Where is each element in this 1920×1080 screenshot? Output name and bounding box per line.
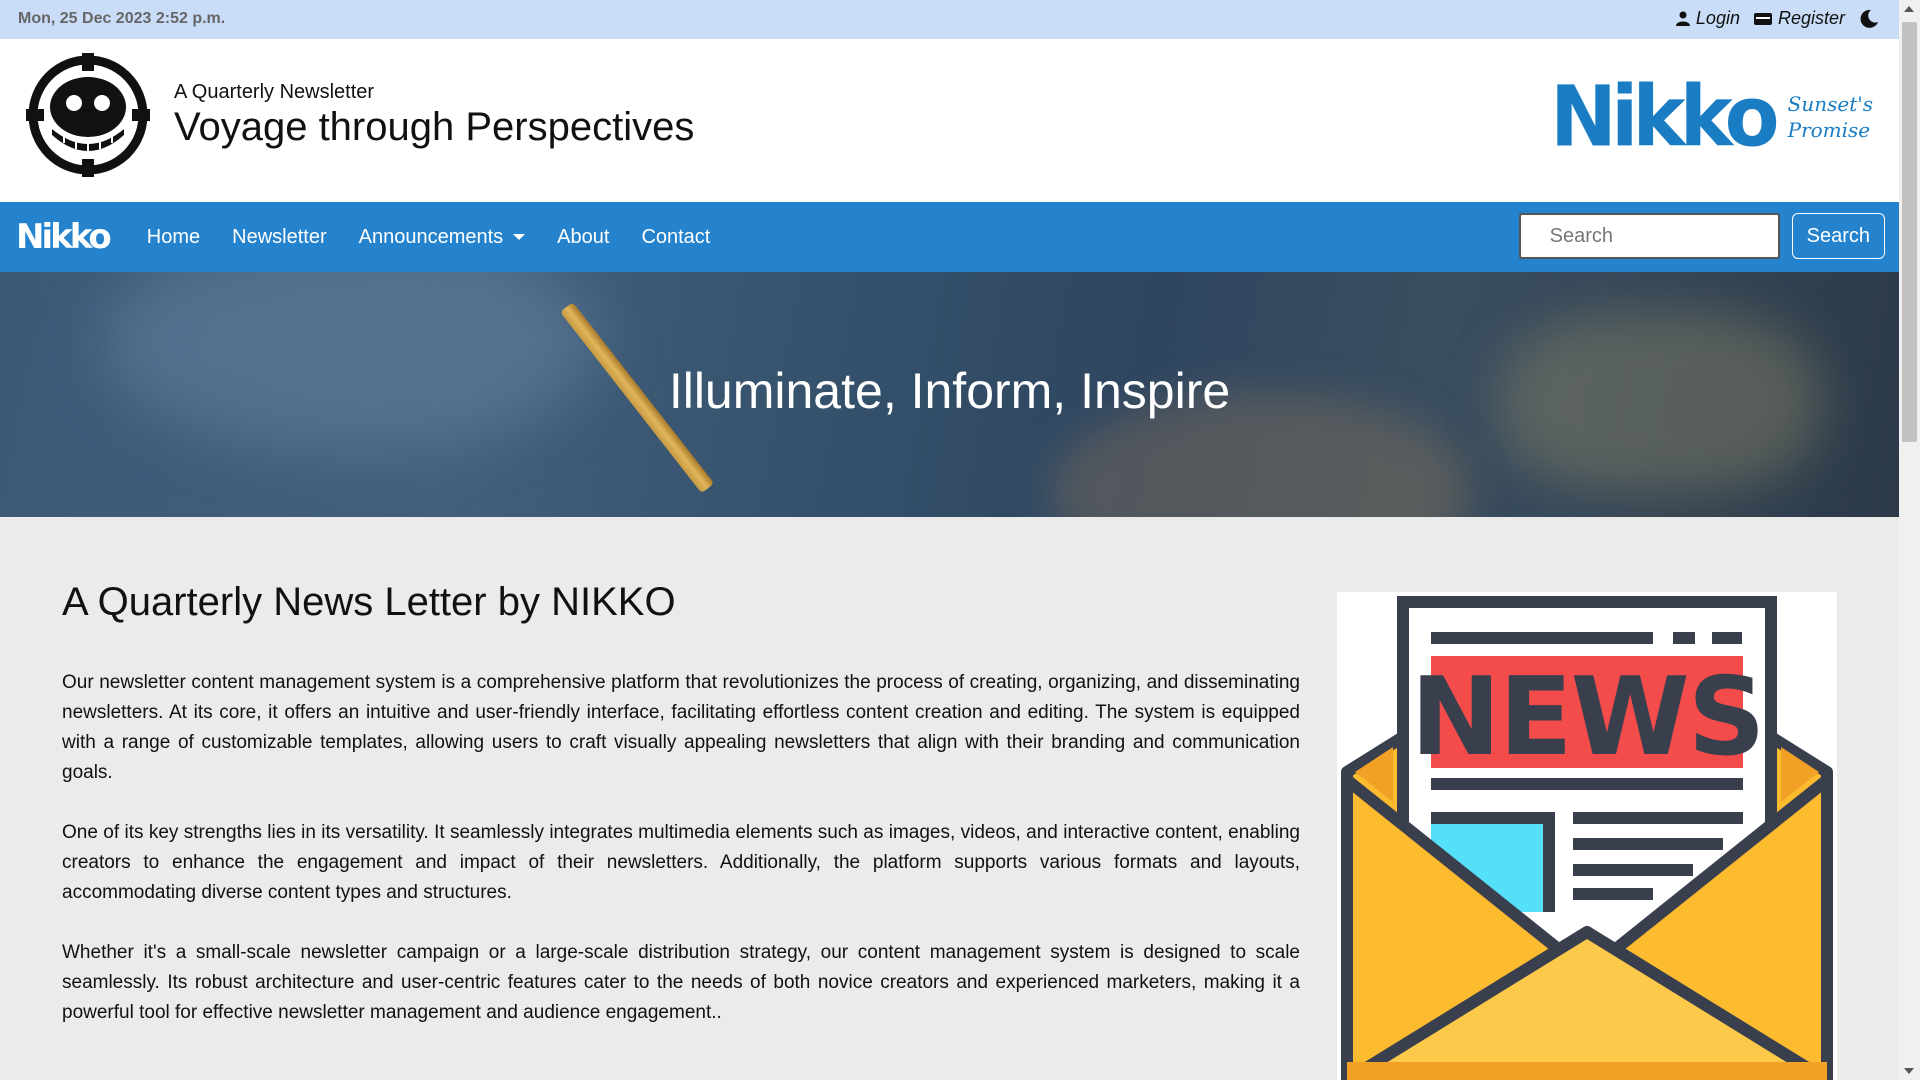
page-scrollbar[interactable] (1899, 0, 1920, 1080)
nav-contact[interactable]: Contact (625, 226, 726, 249)
brand-tagline-line2: Promise (1787, 118, 1871, 142)
login-link[interactable]: Login (1675, 8, 1740, 29)
jolly-roger-emblem[interactable] (24, 51, 152, 179)
nav-newsletter-label: Newsletter (232, 225, 327, 248)
nav-newsletter[interactable]: Newsletter (216, 226, 342, 249)
scroll-down-arrow-icon[interactable] (1904, 1068, 1914, 1074)
scrollbar-thumb[interactable] (1902, 22, 1917, 442)
caret-down-icon (513, 234, 526, 240)
main-navbar: Nikko Home Newsletter Announcements Abou… (0, 202, 1899, 272)
id-card-icon (1753, 12, 1772, 25)
nikko-brand-logo[interactable]: Nikko Sunset's Promise (1550, 67, 1873, 166)
paragraph: Whether it's a small-scale newsletter ca… (62, 942, 1300, 1023)
brand-tagline: Sunset's Promise (1788, 91, 1873, 143)
moon-icon[interactable] (1859, 9, 1879, 29)
paragraph: One of its key strengths lies in its ver… (62, 822, 1300, 903)
main-heading: A Quarterly News Letter by NIKKO (62, 580, 676, 624)
nav-links: Home Newsletter Announcements About Cont… (131, 226, 727, 249)
site-header: A Quarterly Newsletter Voyage through Pe… (0, 39, 1899, 202)
site-title: Voyage through Perspectives (174, 105, 695, 149)
nav-about[interactable]: About (541, 226, 625, 249)
paragraph: Our newsletter content management system… (62, 672, 1300, 783)
nav-announcements-dropdown[interactable]: Announcements (343, 226, 542, 249)
news-envelope-illustration: NEWS (1337, 592, 1837, 1080)
search-input[interactable] (1518, 213, 1780, 259)
user-icon (1675, 11, 1690, 26)
search-button[interactable]: Search (1791, 213, 1885, 259)
envelope-news-icon: NEWS (1341, 596, 1833, 1080)
nav-announcements-label: Announcements (358, 225, 504, 248)
top-bar: Mon, 25 Dec 2023 2:52 p.m. Login Registe… (0, 0, 1899, 39)
account-actions: Login Register (1675, 8, 1879, 29)
nav-home[interactable]: Home (131, 226, 216, 249)
current-date: Mon, 25 Dec 2023 2:52 p.m. (18, 10, 226, 27)
navbar-brand[interactable]: Nikko (16, 217, 112, 257)
scroll-up-arrow-icon[interactable] (1904, 6, 1914, 12)
hero-banner: Illuminate, Inform, Inspire (0, 272, 1899, 517)
news-illustration-text: NEWS (1410, 655, 1763, 780)
hero-heading: Illuminate, Inform, Inspire (668, 363, 1231, 419)
brand-tagline-line1: Sunset's (1787, 92, 1873, 116)
register-link[interactable]: Register (1753, 8, 1845, 29)
site-subtitle: A Quarterly Newsletter (174, 81, 375, 103)
nav-home-label: Home (146, 225, 201, 248)
search-form: Search (1518, 213, 1885, 259)
register-label: Register (1777, 8, 1845, 28)
nav-contact-label: Contact (641, 225, 711, 248)
login-label: Login (1695, 8, 1740, 28)
brand-wordmark: Nikko (1550, 67, 1780, 166)
intro-paragraphs: Our newsletter content management system… (62, 668, 1300, 1058)
nav-about-label: About (557, 225, 610, 248)
